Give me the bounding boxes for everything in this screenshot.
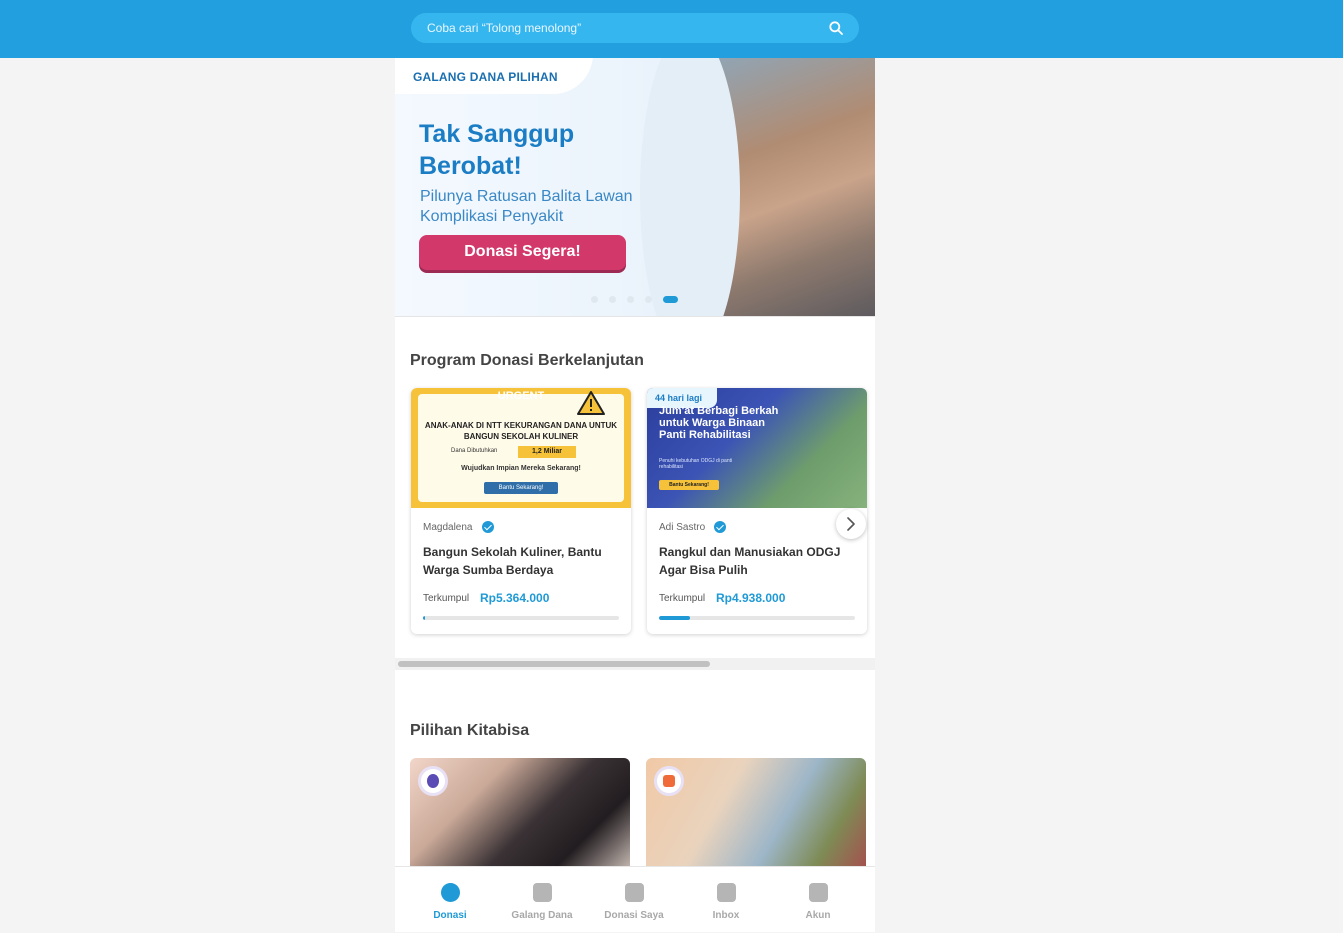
gift-icon xyxy=(654,766,684,796)
campaign-image: URGENT ANAK-ANAK DI NTT KEKURANGAN DANA … xyxy=(411,388,631,508)
main-column: GALANG DANA PILIHAN Tak Sanggup Berobat!… xyxy=(395,58,875,932)
program-section-title: Program Donasi Berkelanjutan xyxy=(410,352,644,369)
pilihan-section-title: Pilihan Kitabisa xyxy=(410,722,530,739)
carousel-dot[interactable] xyxy=(609,296,616,303)
carousel-next-button[interactable] xyxy=(836,509,866,539)
nav-donasi-saya[interactable]: Donasi Saya xyxy=(588,867,680,933)
nav-inbox[interactable]: Inbox xyxy=(680,867,772,933)
top-bar: Coba cari “Tolong menolong” xyxy=(0,0,1343,58)
campaign-title[interactable]: Rangkul dan Manusiakan ODGJ Agar Bisa Pu… xyxy=(659,543,859,579)
document-icon xyxy=(625,883,644,902)
donate-now-button[interactable]: Donasi Segera! xyxy=(419,235,626,270)
search-bar[interactable]: Coba cari “Tolong menolong” xyxy=(411,13,859,43)
nav-galang-dana[interactable]: Galang Dana xyxy=(496,867,588,933)
donation-box-icon xyxy=(533,883,552,902)
verified-icon xyxy=(482,521,494,533)
banner-photo xyxy=(640,58,875,316)
mail-icon xyxy=(717,883,736,902)
campaign-author: Magdalena xyxy=(423,522,473,533)
user-icon xyxy=(809,883,828,902)
campaign-title[interactable]: Bangun Sekolah Kuliner, Bantu Warga Sumb… xyxy=(423,543,623,579)
heart-icon xyxy=(441,883,460,902)
campaign-image: 44 hari lagi Jum'at Berbagi Berkah untuk… xyxy=(647,388,867,508)
campaign-card[interactable]: 44 hari lagi Jum'at Berbagi Berkah untuk… xyxy=(647,388,867,634)
chevron-right-icon xyxy=(847,517,855,531)
banner-subtitle: Pilunya Ratusan Balita Lawan Komplikasi … xyxy=(420,188,633,225)
pilihan-card[interactable] xyxy=(646,758,866,878)
collected-amount: Rp5.364.000 xyxy=(480,591,550,605)
collected-label: Terkumpul xyxy=(423,593,470,604)
carousel-dot[interactable] xyxy=(627,296,634,303)
lightbulb-icon xyxy=(418,766,448,796)
search-input[interactable]: Coba cari “Tolong menolong” xyxy=(427,21,581,35)
verified-icon xyxy=(714,521,726,533)
scrollbar-thumb[interactable] xyxy=(398,661,710,667)
nav-donasi[interactable]: Donasi xyxy=(404,867,496,933)
warning-icon xyxy=(577,391,605,415)
pilihan-card[interactable] xyxy=(410,758,630,878)
campaign-author: Adi Sastro xyxy=(659,522,706,533)
progress-bar xyxy=(659,616,855,620)
carousel-dot[interactable] xyxy=(591,296,598,303)
campaign-card[interactable]: URGENT ANAK-ANAK DI NTT KEKURANGAN DANA … xyxy=(411,388,631,634)
carousel-dot-active[interactable] xyxy=(663,296,678,303)
collected-label: Terkumpul xyxy=(659,593,706,604)
carousel-dot[interactable] xyxy=(645,296,652,303)
nav-akun[interactable]: Akun xyxy=(772,867,864,933)
banner-headline: Tak Sanggup Berobat! xyxy=(419,120,575,180)
featured-banner[interactable]: GALANG DANA PILIHAN Tak Sanggup Berobat!… xyxy=(395,58,875,317)
search-icon[interactable] xyxy=(829,21,843,35)
bottom-navigation: Donasi Galang Dana Donasi Saya Inbox Aku… xyxy=(395,866,875,932)
horizontal-scrollbar[interactable] xyxy=(395,658,875,670)
banner-tag: GALANG DANA PILIHAN xyxy=(395,58,593,94)
collected-amount: Rp4.938.000 xyxy=(716,591,786,605)
progress-bar xyxy=(423,616,619,620)
